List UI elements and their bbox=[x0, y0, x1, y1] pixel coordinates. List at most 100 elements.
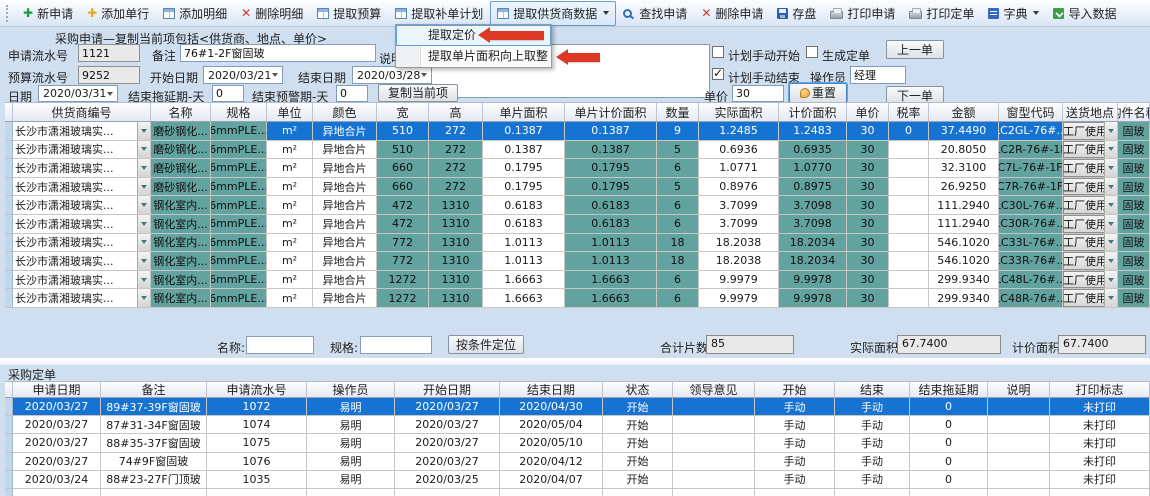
grid-cell[interactable]: 1.6663 bbox=[565, 289, 657, 308]
grid-cell[interactable]: 1310 bbox=[429, 234, 483, 253]
detail-table-row[interactable]: 长沙市潇湘玻璃实...磨砂钢化...6mmPLE...m²异地合片6602720… bbox=[5, 178, 1150, 197]
column-header[interactable]: 宽 bbox=[377, 102, 429, 122]
grid-cell[interactable]: 1075 bbox=[207, 434, 307, 452]
toolbar-save-button[interactable]: 存盘 bbox=[770, 1, 823, 26]
column-header[interactable]: 说明 bbox=[988, 381, 1050, 398]
grid-cell[interactable]: LC48L-76#... bbox=[999, 271, 1063, 290]
grid-cell[interactable]: 6mmPLE... bbox=[211, 215, 267, 234]
budget-input[interactable] bbox=[78, 66, 140, 84]
grid-cell[interactable]: 9.9978 bbox=[779, 271, 847, 290]
grid-cell[interactable]: 异地合片 bbox=[313, 234, 377, 253]
grid-cell[interactable]: 0 bbox=[910, 398, 988, 416]
row-selector[interactable] bbox=[5, 289, 13, 308]
grid-cell[interactable]: 2020/05/10 bbox=[500, 434, 603, 452]
previous-order-button[interactable]: 上一单 bbox=[886, 40, 944, 59]
delivery-dropdown-cell[interactable]: 工厂使用 bbox=[1063, 215, 1118, 234]
delivery-dropdown-cell[interactable]: 工厂使用 bbox=[1063, 159, 1118, 178]
grid-cell[interactable]: 1310 bbox=[429, 252, 483, 271]
grid-cell[interactable]: 开始 bbox=[603, 434, 673, 452]
grid-cell[interactable]: 手动 bbox=[755, 398, 835, 416]
grid-cell[interactable]: 固玻 bbox=[1118, 234, 1150, 253]
grid-cell[interactable]: 546.1020 bbox=[929, 234, 999, 253]
grid-cell[interactable]: 易明 bbox=[307, 398, 395, 416]
grid-cell[interactable]: 18 bbox=[657, 234, 699, 253]
grid-cell[interactable]: LC33L-76#... bbox=[999, 234, 1063, 253]
grid-cell[interactable]: 272 bbox=[429, 178, 483, 197]
detail-table-row[interactable]: 长沙市潇湘玻璃实...钢化室内...6mmPLE...m²异地合片7721310… bbox=[5, 252, 1150, 271]
grid-cell[interactable]: 2020/03/27 bbox=[395, 416, 500, 434]
toolbar-delete-detail-button[interactable]: ✕删除明细 bbox=[234, 1, 310, 26]
grid-cell[interactable]: 18.2034 bbox=[779, 234, 847, 253]
grid-cell[interactable]: 异地合片 bbox=[313, 271, 377, 290]
grid-cell[interactable]: 异地合片 bbox=[313, 252, 377, 271]
grid-cell[interactable]: 未打印 bbox=[1050, 416, 1150, 434]
grid-cell[interactable]: 手动 bbox=[755, 416, 835, 434]
start-date-select[interactable]: 2020/03/21 bbox=[203, 66, 283, 84]
grid-cell[interactable]: 772 bbox=[377, 252, 429, 271]
grid-cell[interactable]: 1310 bbox=[429, 215, 483, 234]
grid-cell[interactable]: 异地合片 bbox=[313, 141, 377, 160]
row-selector[interactable] bbox=[5, 141, 13, 160]
row-selector[interactable] bbox=[5, 434, 13, 452]
detail-table-row[interactable]: 长沙市潇湘玻璃实...磨砂钢化...6mmPLE...m²异地合片5102720… bbox=[5, 122, 1150, 141]
grid-cell[interactable]: 1.0113 bbox=[565, 234, 657, 253]
grid-cell[interactable]: 20.8050 bbox=[929, 141, 999, 160]
grid-cell[interactable] bbox=[889, 196, 929, 215]
grid-cell[interactable]: 30 bbox=[847, 234, 889, 253]
grid-cell[interactable]: 299.9340 bbox=[929, 271, 999, 290]
grid-cell[interactable]: 2020/03/27 bbox=[13, 434, 101, 452]
grid-cell[interactable]: 111.2940 bbox=[929, 196, 999, 215]
grid-cell[interactable]: 2020/04/12 bbox=[500, 453, 603, 471]
detail-table-row[interactable]: 长沙市潇湘玻璃实...钢化室内...6mmPLE...m²异地合片1272131… bbox=[5, 271, 1150, 290]
toolbar-delete-request-button[interactable]: ✕删除申请 bbox=[694, 1, 770, 26]
toolbar-grip[interactable] bbox=[6, 5, 11, 22]
grid-cell[interactable]: 772 bbox=[377, 234, 429, 253]
delivery-dropdown-cell[interactable]: 工厂使用 bbox=[1063, 289, 1118, 308]
supplier-combo-cell[interactable]: 长沙市潇湘玻璃实... bbox=[13, 122, 151, 141]
grid-cell[interactable] bbox=[988, 434, 1050, 452]
grid-cell[interactable]: 0 bbox=[910, 471, 988, 489]
grid-cell[interactable] bbox=[889, 141, 929, 160]
grid-cell[interactable] bbox=[673, 453, 755, 471]
grid-cell[interactable] bbox=[988, 416, 1050, 434]
grid-cell[interactable]: 手动 bbox=[755, 434, 835, 452]
grid-cell[interactable]: 2020/03/27 bbox=[13, 416, 101, 434]
delivery-dropdown-cell[interactable]: 工厂使用 bbox=[1063, 234, 1118, 253]
column-header[interactable]: 单片计价面积 bbox=[565, 102, 657, 122]
operator-input[interactable] bbox=[850, 66, 906, 84]
grid-cell[interactable]: 0.8976 bbox=[699, 178, 779, 197]
toolbar-search-request-button[interactable]: 查找申请 bbox=[616, 1, 694, 26]
order-table-row[interactable]: 2020/03/2774#9F窗固玻1076易明2020/03/272020/0… bbox=[5, 453, 1150, 471]
grid-cell[interactable] bbox=[889, 289, 929, 308]
supplier-combo-cell[interactable]: 长沙市潇湘玻璃实... bbox=[13, 271, 151, 290]
grid-cell[interactable] bbox=[889, 215, 929, 234]
row-selector[interactable] bbox=[5, 398, 13, 416]
grid-cell[interactable]: 固玻 bbox=[1118, 159, 1150, 178]
grid-cell[interactable]: 2020/03/27 bbox=[395, 434, 500, 452]
grid-cell[interactable]: 6mmPLE... bbox=[211, 234, 267, 253]
grid-cell[interactable]: 1310 bbox=[429, 196, 483, 215]
grid-cell[interactable]: 5 bbox=[657, 141, 699, 160]
grid-cell[interactable]: 6 bbox=[657, 159, 699, 178]
grid-cell[interactable]: 手动 bbox=[755, 453, 835, 471]
grid-cell[interactable]: 0.6936 bbox=[699, 141, 779, 160]
grid-cell[interactable]: 3.7098 bbox=[779, 215, 847, 234]
grid-cell[interactable] bbox=[673, 434, 755, 452]
grid-cell[interactable]: 1074 bbox=[207, 416, 307, 434]
grid-cell[interactable]: 1.2485 bbox=[699, 122, 779, 141]
column-header[interactable]: 窗型代码 bbox=[999, 102, 1063, 122]
grid-cell[interactable]: 1.0113 bbox=[565, 252, 657, 271]
grid-cell[interactable]: 1.0770 bbox=[779, 159, 847, 178]
grid-cell[interactable]: 开始 bbox=[603, 453, 673, 471]
grid-cell[interactable]: 0.6183 bbox=[565, 196, 657, 215]
row-selector[interactable] bbox=[5, 271, 13, 290]
grid-cell[interactable]: 111.2940 bbox=[929, 215, 999, 234]
grid-cell[interactable]: 2020/03/27 bbox=[395, 453, 500, 471]
delivery-dropdown-cell[interactable]: 工厂使用 bbox=[1063, 252, 1118, 271]
grid-cell[interactable]: 6mmPLE... bbox=[211, 289, 267, 308]
grid-cell[interactable]: 1.0113 bbox=[483, 252, 565, 271]
toolbar-add-row-button[interactable]: ✚添加单行 bbox=[80, 1, 156, 26]
grid-cell[interactable]: 未打印 bbox=[1050, 398, 1150, 416]
order-table-row[interactable]: 2020/03/2788#35-37F窗固玻1075易明2020/03/2720… bbox=[5, 434, 1150, 452]
row-selector[interactable] bbox=[5, 416, 13, 434]
